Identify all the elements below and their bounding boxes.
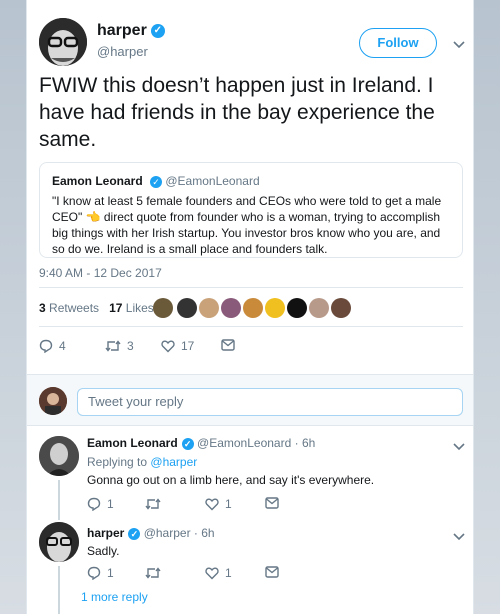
tweet-card: harper ✓ @harper Follow FWIW this doesn’t… <box>26 0 474 614</box>
reply-handle[interactable]: @harper · 6h <box>144 526 215 540</box>
liker-avatar[interactable] <box>287 298 307 318</box>
quoted-author-name: Eamon Leonard <box>52 174 143 188</box>
retweet-icon <box>105 340 121 352</box>
like-action[interactable]: 17 <box>161 339 194 353</box>
reply-input[interactable]: Tweet your reply <box>77 388 463 416</box>
chevron-down-icon[interactable] <box>453 440 465 454</box>
thread-line <box>58 566 60 614</box>
reply-action[interactable]: 4 <box>39 339 66 353</box>
retweet-icon <box>145 567 161 579</box>
replying-to: Replying to @harper <box>87 455 198 469</box>
liker-avatar[interactable] <box>177 298 197 318</box>
reply-handle[interactable]: @EamonLeonard · 6h <box>197 436 315 450</box>
liker-avatar[interactable] <box>265 298 285 318</box>
retweet-icon <box>145 498 161 510</box>
reply-author-avatar[interactable] <box>39 436 79 476</box>
retweets-stat[interactable]: 3 Retweets <box>39 301 99 315</box>
like-icon <box>205 567 219 580</box>
likes-stat[interactable]: 17 Likes <box>109 301 154 315</box>
like-action[interactable]: 1 <box>205 497 232 511</box>
message-action[interactable] <box>265 566 279 578</box>
more-replies-link[interactable]: 1 more reply <box>81 590 148 604</box>
liker-avatar[interactable] <box>309 298 329 318</box>
liker-avatar[interactable] <box>221 298 241 318</box>
reply-text: Sadly. <box>87 544 120 558</box>
retweet-action[interactable]: 3 <box>105 339 134 353</box>
divider <box>39 326 463 327</box>
reply-composer: Tweet your reply <box>27 374 473 426</box>
like-icon <box>161 340 175 353</box>
message-action[interactable] <box>221 339 235 351</box>
message-action[interactable] <box>265 497 279 509</box>
replying-to-link[interactable]: @harper <box>150 455 197 469</box>
reply-action[interactable]: 1 <box>87 497 114 511</box>
engagement-stats: 3 Retweets 17 Likes <box>39 301 154 315</box>
reply-action[interactable]: 1 <box>87 566 114 580</box>
retweet-action[interactable] <box>145 566 161 580</box>
thread-line <box>58 480 60 520</box>
divider <box>39 287 463 288</box>
quoted-tweet[interactable]: Eamon Leonard ✓ @EamonLeonard "I know at… <box>39 162 463 258</box>
reply-author[interactable]: Eamon Leonard ✓ @EamonLeonard · 6h <box>87 436 315 450</box>
message-icon <box>265 497 279 509</box>
message-icon <box>221 339 235 351</box>
verified-badge-icon: ✓ <box>128 527 141 540</box>
liker-avatar[interactable] <box>153 298 173 318</box>
background-right <box>470 0 500 614</box>
quoted-author-handle: @EamonLeonard <box>165 174 260 188</box>
chevron-down-icon[interactable] <box>453 530 465 544</box>
like-action[interactable]: 1 <box>205 566 232 580</box>
retweet-action[interactable] <box>145 497 161 511</box>
chevron-down-icon[interactable] <box>453 38 465 52</box>
reply-icon <box>87 497 101 511</box>
liker-avatar[interactable] <box>243 298 263 318</box>
like-icon <box>205 498 219 511</box>
reply-icon <box>39 339 53 353</box>
liker-avatar[interactable] <box>199 298 219 318</box>
liker-avatar[interactable] <box>331 298 351 318</box>
tweet-timestamp[interactable]: 9:40 AM - 12 Dec 2017 <box>39 266 162 280</box>
current-user-avatar <box>39 387 67 415</box>
message-icon <box>265 566 279 578</box>
verified-badge-icon: ✓ <box>150 23 165 38</box>
author-handle[interactable]: @harper <box>97 44 148 59</box>
reply-icon <box>87 566 101 580</box>
reply-author[interactable]: harper ✓ @harper · 6h <box>87 526 215 540</box>
author-name[interactable]: harper ✓ <box>97 22 165 40</box>
tweet-text: FWIW this doesn’t happen just in Ireland… <box>39 74 435 151</box>
reply-author-avatar[interactable] <box>39 522 79 562</box>
quoted-text: "I know at least 5 female founders and C… <box>52 194 442 256</box>
reply-text: Gonna go out on a limb here, and say it'… <box>87 473 375 487</box>
verified-badge-icon: ✓ <box>150 175 163 188</box>
verified-badge-icon: ✓ <box>181 437 194 450</box>
author-avatar[interactable] <box>39 18 87 66</box>
follow-button[interactable]: Follow <box>359 28 437 58</box>
